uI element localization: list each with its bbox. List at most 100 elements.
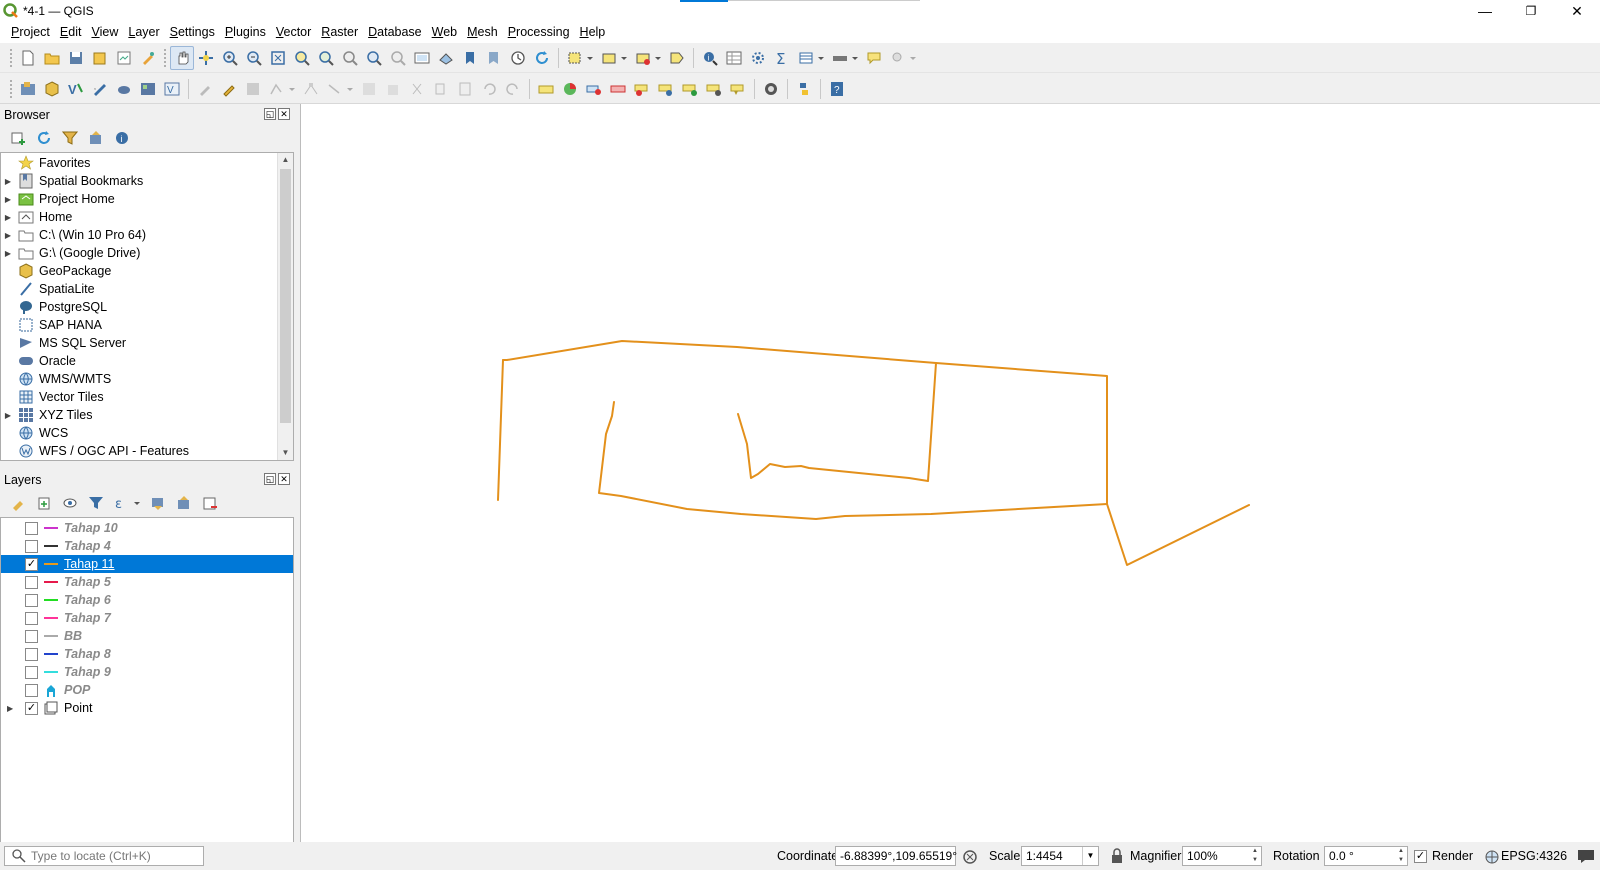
zoom-next-icon[interactable] — [386, 46, 410, 70]
deselect-all-icon[interactable] — [631, 46, 665, 70]
zoom-to-selection-icon[interactable] — [290, 46, 314, 70]
expand-arrow-icon[interactable]: ▶ — [1, 249, 15, 258]
pin-labels-icon[interactable] — [582, 77, 606, 101]
render-checkbox[interactable]: ✓ — [1414, 850, 1427, 863]
copy-features-icon[interactable] — [429, 77, 453, 101]
remove-layer-icon[interactable] — [198, 491, 222, 515]
crs-label[interactable]: EPSG:4326 — [1501, 849, 1567, 863]
redo-icon[interactable] — [501, 77, 525, 101]
save-project-icon[interactable] — [64, 46, 88, 70]
save-edits-icon[interactable] — [241, 77, 265, 101]
layer-visibility-checkbox[interactable] — [25, 665, 38, 679]
collapse-all-icon[interactable] — [84, 126, 108, 150]
menu-mesh[interactable]: Mesh — [462, 22, 503, 43]
magnifier-spinbox[interactable]: 100% ▲ ▼ — [1182, 846, 1262, 866]
map-canvas[interactable] — [300, 104, 1600, 842]
zoom-to-layer-icon[interactable] — [314, 46, 338, 70]
delete-selected-icon[interactable] — [381, 77, 405, 101]
vertex-tool-dropdown-icon[interactable] — [323, 77, 357, 101]
zoom-out-icon[interactable] — [242, 46, 266, 70]
layer-visibility-checkbox[interactable] — [25, 611, 38, 625]
layer-item[interactable]: Tahap 5 — [1, 573, 293, 591]
help-icon[interactable]: ? — [825, 77, 849, 101]
menu-layer[interactable]: Layer — [123, 22, 164, 43]
close-panel-icon[interactable]: ✕ — [278, 108, 290, 120]
menu-processing[interactable]: Processing — [503, 22, 575, 43]
open-project-icon[interactable] — [40, 46, 64, 70]
browser-item[interactable]: ArcGIS REST S... — [1, 460, 293, 461]
browser-item[interactable]: SpatiaLite — [1, 280, 293, 298]
close-button[interactable]: ✕ — [1554, 0, 1600, 22]
browser-item[interactable]: WMS/WMTS — [1, 370, 293, 388]
browser-item[interactable]: Oracle — [1, 352, 293, 370]
expand-arrow-icon[interactable]: ▶ — [1, 411, 15, 420]
messages-icon[interactable] — [1577, 848, 1595, 864]
layer-item[interactable]: Tahap 4 — [1, 537, 293, 555]
identify-features-icon[interactable]: i — [698, 46, 722, 70]
layer-visibility-checkbox[interactable] — [25, 647, 38, 661]
filter-legend-icon[interactable] — [84, 491, 108, 515]
menu-web[interactable]: Web — [427, 22, 462, 43]
menu-plugins[interactable]: Plugins — [220, 22, 271, 43]
cut-features-icon[interactable] — [405, 77, 429, 101]
rotation-spinbox[interactable]: 0.0 ° ▲ ▼ — [1324, 846, 1408, 866]
float-panel-icon[interactable]: ◱ — [264, 108, 276, 120]
browser-item[interactable]: SAP HANA — [1, 316, 293, 334]
menu-edit[interactable]: Edit — [55, 22, 87, 43]
browser-item[interactable]: PostgreSQL — [1, 298, 293, 316]
print-layout-icon[interactable] — [112, 46, 136, 70]
expand-arrow-icon[interactable]: ▶ — [7, 704, 13, 713]
measure-line-icon[interactable] — [828, 46, 862, 70]
expand-all-icon[interactable] — [146, 491, 170, 515]
menu-settings[interactable]: Settings — [165, 22, 220, 43]
layer-item[interactable]: Tahap 10 — [1, 519, 293, 537]
browser-item[interactable]: ▶ XYZ Tiles — [1, 406, 293, 424]
attribute-table-icon[interactable] — [722, 46, 746, 70]
expand-arrow-icon[interactable]: ▶ — [1, 231, 15, 240]
plugin-globe-icon[interactable] — [759, 77, 783, 101]
undo-icon[interactable] — [477, 77, 501, 101]
locator-icon[interactable] — [886, 46, 920, 70]
browser-item[interactable]: ▶ G:\ (Google Drive) — [1, 244, 293, 262]
layer-item[interactable]: Tahap 8 — [1, 645, 293, 663]
label-properties-icon[interactable] — [702, 77, 726, 101]
browser-item[interactable]: ▶ Home — [1, 208, 293, 226]
add-selected-layers-icon[interactable] — [6, 126, 30, 150]
pan-to-selection-icon[interactable] — [194, 46, 218, 70]
refresh-icon[interactable] — [32, 126, 56, 150]
add-vector-layer-icon[interactable]: V — [64, 77, 88, 101]
statistics-icon[interactable]: Σ — [770, 46, 794, 70]
modify-attributes-icon[interactable] — [357, 77, 381, 101]
browser-scrollbar[interactable]: ▲ ▼ — [277, 153, 293, 460]
new-project-icon[interactable] — [16, 46, 40, 70]
toggle-extents-icon[interactable] — [962, 849, 978, 865]
style-panel-icon[interactable] — [6, 491, 30, 515]
expand-arrow-icon[interactable]: ▶ — [1, 195, 15, 204]
layer-visibility-checkbox[interactable] — [25, 629, 38, 643]
add-delimited-text-icon[interactable]: , — [88, 77, 112, 101]
menu-raster[interactable]: Raster — [316, 22, 363, 43]
diagram-icon[interactable] — [558, 77, 582, 101]
menu-project[interactable]: Project — [6, 22, 55, 43]
browser-item[interactable]: ▶ Project Home — [1, 190, 293, 208]
add-raster-layer-icon[interactable] — [136, 77, 160, 101]
menu-vector[interactable]: Vector — [271, 22, 316, 43]
scroll-up-icon[interactable]: ▲ — [278, 153, 293, 167]
layer-item[interactable]: POP — [1, 681, 293, 699]
rotate-label-icon[interactable] — [654, 77, 678, 101]
select-by-value-icon[interactable] — [597, 46, 631, 70]
zoom-in-icon[interactable] — [218, 46, 242, 70]
layer-visibility-checkbox[interactable] — [25, 521, 38, 535]
pan-icon[interactable] — [170, 45, 194, 70]
show-bookmarks-icon[interactable] — [482, 46, 506, 70]
field-calculator-icon[interactable] — [746, 46, 770, 70]
expand-arrow-icon[interactable]: ▶ — [1, 177, 15, 186]
layer-visibility-checkbox[interactable] — [25, 575, 38, 589]
layer-visibility-checkbox[interactable] — [25, 683, 38, 697]
minimize-button[interactable]: — — [1462, 0, 1508, 22]
show-hide-labels-icon[interactable] — [606, 77, 630, 101]
add-group-icon[interactable] — [32, 491, 56, 515]
restore-button[interactable]: ❐ — [1508, 0, 1554, 22]
map-tips-icon[interactable] — [862, 46, 886, 70]
data-source-manager-icon[interactable] — [16, 77, 40, 101]
